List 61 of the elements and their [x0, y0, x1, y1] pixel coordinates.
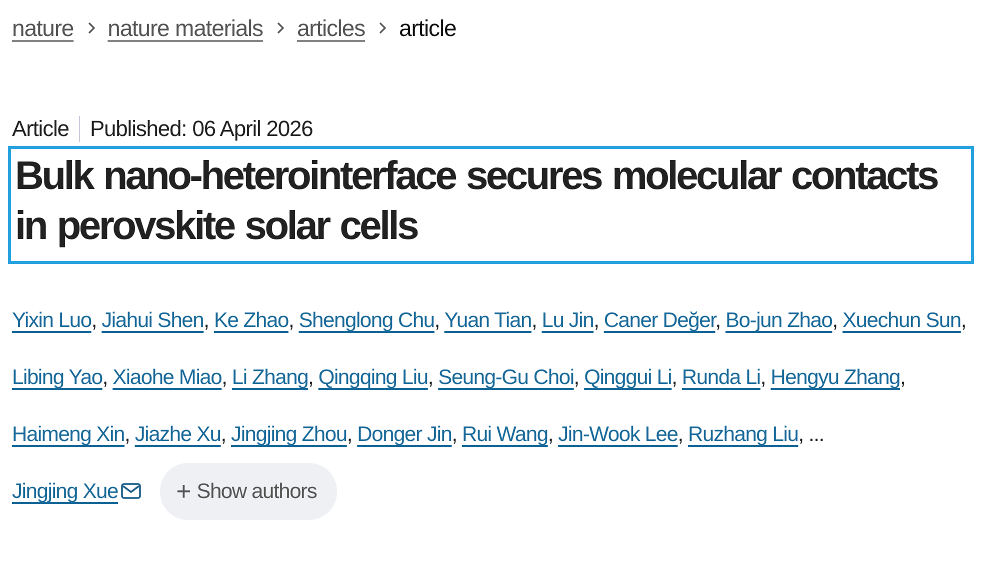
author-link[interactable]: Libing Yao: [12, 366, 102, 389]
author-link[interactable]: Xiaohe Miao: [112, 366, 222, 389]
author-link[interactable]: Shenglong Chu: [298, 309, 434, 332]
comma-separator: ,: [308, 366, 314, 389]
comma-separator: ,: [594, 309, 599, 332]
author-link[interactable]: Ke Zhao: [214, 309, 288, 332]
comma-separator: ,: [288, 309, 294, 332]
breadcrumb-link[interactable]: articles: [296, 14, 365, 42]
author-link[interactable]: Rui Wang: [462, 423, 548, 446]
chevron-icon: [377, 21, 387, 35]
comma-separator: ,: [798, 423, 804, 446]
author-link[interactable]: Jingjing Zhou: [231, 423, 347, 446]
article-title: Bulk nano-heterointerface secures molecular contacts in perovskite solar cells: [8, 146, 974, 264]
author-link[interactable]: Qingqing Liu: [318, 366, 428, 389]
comma-separator: ,: [91, 309, 96, 332]
chevron-icon: [274, 21, 285, 35]
author-link[interactable]: Runda Li: [682, 366, 760, 389]
comma-separator: ,: [960, 309, 966, 332]
comma-separator: ,: [102, 366, 108, 389]
comma-separator: ,: [760, 366, 766, 389]
author-link[interactable]: Yixin Luo: [12, 309, 92, 332]
author-link[interactable]: Hengyu Zhang: [770, 366, 900, 389]
comma-separator: ,: [222, 366, 227, 389]
comma-separator: ,: [574, 366, 579, 389]
breadcrumb-link[interactable]: nature: [12, 14, 74, 42]
author-link[interactable]: Jiazhe Xu: [134, 423, 221, 446]
comma-separator: ,: [715, 309, 720, 332]
chevron-icon: [86, 21, 96, 35]
comma-separator: ,: [678, 423, 683, 446]
comma-separator: ,: [531, 309, 537, 332]
comma-separator: ,: [204, 309, 209, 332]
author-link[interactable]: Bo-jun Zhao: [726, 309, 832, 332]
comma-separator: ,: [428, 366, 433, 389]
author-link[interactable]: Jiahui Shen: [102, 309, 204, 332]
author-link[interactable]: Jingjing Xue: [12, 480, 118, 503]
author-link[interactable]: Donger Jin: [357, 423, 452, 446]
comma-separator: ,: [434, 309, 440, 332]
comma-separator: ,: [672, 366, 677, 389]
author-link[interactable]: Xuechun Sun: [842, 309, 961, 332]
author-link[interactable]: Caner Değer: [604, 309, 716, 332]
author-link[interactable]: Seung-Gu Choi: [438, 366, 574, 389]
breadcrumb-current: article: [399, 14, 456, 42]
comma-separator: ,: [900, 366, 906, 389]
author-link[interactable]: Lu Jin: [542, 309, 594, 332]
comma-separator: ,: [832, 309, 838, 332]
mail-icon[interactable]: [121, 483, 142, 499]
breadcrumb-link[interactable]: nature materials: [108, 14, 263, 42]
comma-separator: ,: [548, 423, 553, 446]
author-link[interactable]: Haimeng Xin: [12, 423, 125, 446]
publish-date: Published: 06 April 2026: [88, 116, 313, 142]
author-link[interactable]: Jin-Wook Lee: [558, 423, 678, 446]
article-type: Article: [12, 116, 80, 142]
author-link[interactable]: Li Zhang: [232, 366, 308, 389]
comma-separator: ,: [452, 423, 457, 446]
ellipsis: ...: [808, 423, 824, 446]
comma-separator: ,: [346, 423, 352, 446]
comma-separator: ,: [124, 423, 130, 446]
author-link[interactable]: Ruzhang Liu: [688, 423, 798, 446]
author-link[interactable]: Qinggui Li: [584, 366, 672, 389]
author-link[interactable]: Yuan Tian: [444, 309, 532, 332]
comma-separator: ,: [220, 423, 226, 446]
